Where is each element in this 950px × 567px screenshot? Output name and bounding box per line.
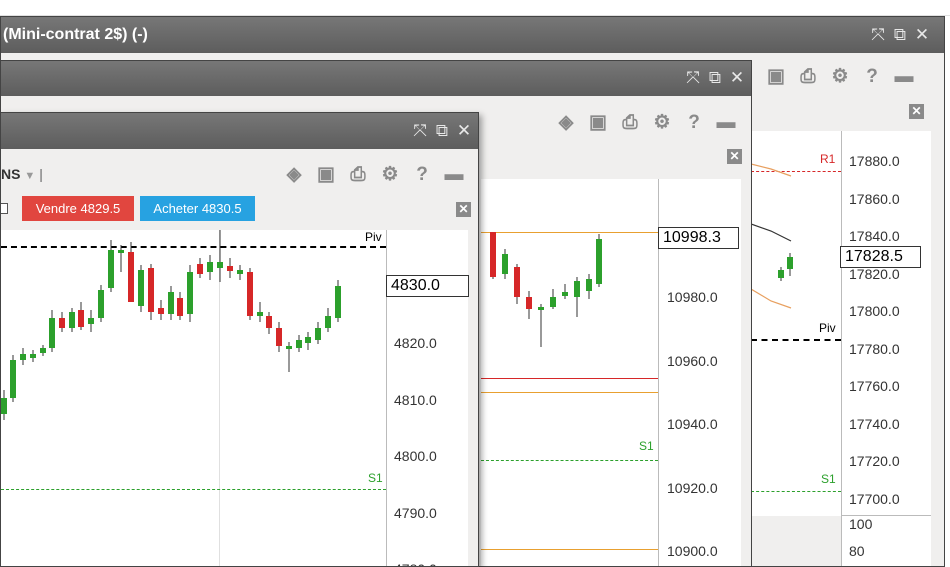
image-icon[interactable]: ▣ xyxy=(316,163,336,186)
sell-button[interactable]: Vendre 4829.5 xyxy=(22,196,134,221)
chevron-down-icon: ▼ xyxy=(24,170,36,182)
image-icon[interactable]: ▣ xyxy=(588,111,608,134)
gear-icon[interactable]: ⚙ xyxy=(380,163,400,186)
close-panel-icon[interactable]: ✕ xyxy=(727,149,742,164)
comment-icon[interactable]: ▬ xyxy=(716,112,736,134)
print-icon[interactable]: ⎙ xyxy=(620,112,640,134)
help-icon[interactable]: ? xyxy=(412,164,432,186)
maximize-icon[interactable]: ⤧ xyxy=(412,121,428,141)
axis-tick: 4790.0 xyxy=(394,504,437,521)
axis-tick: 10980.0 xyxy=(667,289,718,305)
popout-icon[interactable]: ⧉ xyxy=(707,68,723,88)
back-price-plot[interactable]: R1 Piv S1 xyxy=(751,131,841,516)
back-indicator-axis: 100 80 xyxy=(841,515,931,566)
instrument-selector[interactable]: NS ▼ | xyxy=(1,166,43,182)
axis-tick: 4780.0 xyxy=(394,561,437,566)
back-last-price: 17828.5 xyxy=(840,246,921,268)
window-back-title: (Mini-contrat 2$) (-) xyxy=(3,26,148,43)
axis-tick: 17760.0 xyxy=(849,378,900,394)
axis-tick: 10920.0 xyxy=(667,479,718,496)
indicator-tick: 80 xyxy=(849,543,865,559)
print-icon[interactable]: ⎙ xyxy=(348,164,368,186)
checkbox[interactable] xyxy=(1,203,8,214)
axis-tick: 4820.0 xyxy=(394,335,437,351)
close-icon[interactable]: ✕ xyxy=(729,68,745,88)
gear-icon[interactable]: ⚙ xyxy=(830,65,850,88)
middle-candles xyxy=(490,232,602,347)
axis-tick: 10960.0 xyxy=(667,352,718,369)
window-back-titlebar[interactable]: (Mini-contrat 2$) (-) ⤧ ⧉ ✕ xyxy=(1,17,944,53)
front-candles xyxy=(1,230,341,420)
close-icon[interactable]: ✕ xyxy=(456,121,472,141)
help-icon[interactable]: ? xyxy=(862,66,882,88)
axis-tick: 17700.0 xyxy=(849,490,900,507)
gear-icon[interactable]: ⚙ xyxy=(652,111,672,134)
window-front: ⤧ ⧉ ✕ NS ▼ | ◈ ▣ ⎙ ⚙ ? ▬ Vendre 4829.5 A… xyxy=(0,112,479,567)
comment-icon[interactable]: ▬ xyxy=(894,66,914,88)
background-grid xyxy=(0,0,950,16)
close-icon[interactable]: ✕ xyxy=(914,25,930,45)
front-last-price: 4830.0 xyxy=(386,275,469,297)
help-icon[interactable]: ? xyxy=(684,112,704,134)
indicator-tick: 100 xyxy=(849,516,873,532)
close-panel-icon[interactable]: ✕ xyxy=(909,104,924,119)
axis-tick: 17780.0 xyxy=(849,340,900,357)
maximize-icon[interactable]: ⤧ xyxy=(685,68,701,88)
maximize-icon[interactable]: ⤧ xyxy=(870,25,886,45)
print-icon[interactable]: ⎙ xyxy=(798,66,818,88)
popout-icon[interactable]: ⧉ xyxy=(434,121,450,141)
layers-icon[interactable]: ◈ xyxy=(284,163,304,186)
middle-last-price: 10998.3 xyxy=(658,227,739,249)
popout-icon[interactable]: ⧉ xyxy=(892,25,908,45)
axis-tick: 4800.0 xyxy=(394,448,437,464)
window-middle-titlebar[interactable]: ⤧ ⧉ ✕ xyxy=(1,61,751,96)
buy-button[interactable]: Acheter 4830.5 xyxy=(140,196,255,221)
layers-icon[interactable]: ◈ xyxy=(556,111,576,134)
comment-icon[interactable]: ▬ xyxy=(444,164,464,186)
axis-tick: 17800.0 xyxy=(849,303,900,319)
axis-tick: 17740.0 xyxy=(849,415,900,432)
front-price-plot[interactable]: Piv S1 xyxy=(1,230,386,566)
window-front-titlebar[interactable]: ⤧ ⧉ ✕ xyxy=(1,113,478,149)
axis-tick: 17720.0 xyxy=(849,453,900,469)
axis-tick: 10900.0 xyxy=(667,543,718,559)
image-icon[interactable]: ▣ xyxy=(766,65,786,88)
close-panel-icon[interactable]: ✕ xyxy=(456,202,471,217)
back-candles xyxy=(751,163,793,309)
back-price-axis: 17880.0 17860.0 17840.0 17820.0 17800.0 17780… xyxy=(841,131,931,516)
axis-tick: 17840.0 xyxy=(849,228,900,244)
axis-tick: 17880.0 xyxy=(849,153,900,169)
axis-tick: 17860.0 xyxy=(849,190,900,207)
axis-tick: 4810.0 xyxy=(394,391,437,408)
axis-tick: 10940.0 xyxy=(667,416,718,432)
middle-price-plot[interactable]: S1 xyxy=(481,179,658,566)
